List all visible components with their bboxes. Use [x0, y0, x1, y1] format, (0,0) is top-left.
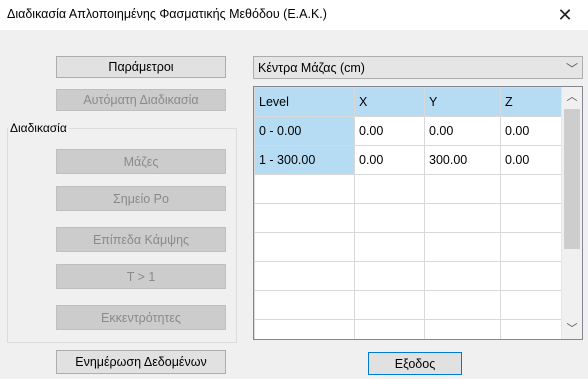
- scroll-down-icon[interactable]: ﹀: [562, 319, 582, 339]
- z-cell[interactable]: 0.00: [500, 116, 565, 146]
- grid-table: Level X Y Z 0 - 0.00 0.00 0.00 0.00 1 - …: [254, 87, 565, 339]
- empty-cell[interactable]: [254, 203, 355, 233]
- empty-cell[interactable]: [500, 232, 565, 262]
- empty-cell[interactable]: [500, 261, 565, 291]
- empty-cell[interactable]: [354, 319, 425, 339]
- column-header-level[interactable]: Level: [254, 87, 355, 117]
- empty-cell[interactable]: [424, 290, 501, 320]
- empty-cell[interactable]: [354, 232, 425, 262]
- empty-cell[interactable]: [500, 319, 565, 339]
- empty-row: [254, 174, 565, 204]
- empty-cell[interactable]: [424, 174, 501, 204]
- table-row: 0 - 0.00 0.00 0.00 0.00: [254, 116, 565, 146]
- scroll-up-icon[interactable]: ︿: [562, 87, 582, 107]
- close-icon[interactable]: ✕: [542, 0, 588, 30]
- empty-cell[interactable]: [424, 232, 501, 262]
- mass-centers-grid[interactable]: Level X Y Z 0 - 0.00 0.00 0.00 0.00 1 - …: [253, 86, 583, 340]
- eccentricities-button[interactable]: Εκκεντρότητες: [56, 305, 226, 330]
- row-level-cell[interactable]: 0 - 0.00: [254, 116, 355, 146]
- empty-row: [254, 232, 565, 262]
- empty-cell[interactable]: [254, 290, 355, 320]
- empty-cell[interactable]: [500, 203, 565, 233]
- parameters-button[interactable]: Παράμετροι: [56, 56, 226, 78]
- t-greater-than-1-button[interactable]: T > 1: [56, 264, 226, 289]
- column-header-y[interactable]: Y: [424, 87, 501, 117]
- empty-row: [254, 319, 565, 339]
- grid-header-row: Level X Y Z: [254, 87, 565, 117]
- x-cell[interactable]: 0.00: [354, 116, 425, 146]
- empty-cell[interactable]: [500, 174, 565, 204]
- empty-cell[interactable]: [254, 174, 355, 204]
- procedure-group-label: Διαδικασία: [8, 121, 69, 135]
- empty-cell[interactable]: [354, 261, 425, 291]
- table-row: 1 - 300.00 0.00 300.00 0.00: [254, 145, 565, 175]
- empty-row: [254, 203, 565, 233]
- exit-button[interactable]: Εξοδος: [368, 352, 462, 375]
- result-type-selected: Κέντρα Μάζας (cm): [258, 61, 365, 75]
- row-level-cell[interactable]: 1 - 300.00: [254, 145, 355, 175]
- auto-procedure-button[interactable]: Αυτόματη Διαδικασία: [56, 89, 226, 111]
- empty-cell[interactable]: [424, 261, 501, 291]
- chevron-down-icon: ﹀: [565, 62, 578, 76]
- point-po-button[interactable]: Σημείο Ρο: [56, 186, 226, 211]
- update-data-button[interactable]: Ενημέρωση Δεδομένων: [56, 350, 226, 374]
- x-cell[interactable]: 0.00: [354, 145, 425, 175]
- vertical-scrollbar[interactable]: ︿ ﹀: [561, 87, 582, 339]
- empty-row: [254, 290, 565, 320]
- empty-cell[interactable]: [254, 232, 355, 262]
- empty-cell[interactable]: [254, 261, 355, 291]
- scroll-thumb[interactable]: [564, 109, 580, 249]
- empty-cell[interactable]: [500, 290, 565, 320]
- empty-cell[interactable]: [354, 174, 425, 204]
- title-bar: Διαδικασία Απλοποιημένης Φασματικής Μεθό…: [0, 0, 588, 30]
- y-cell[interactable]: 300.00: [424, 145, 501, 175]
- empty-cell[interactable]: [424, 319, 501, 339]
- empty-cell[interactable]: [354, 290, 425, 320]
- empty-cell[interactable]: [254, 319, 355, 339]
- empty-cell[interactable]: [354, 203, 425, 233]
- column-header-z[interactable]: Z: [500, 87, 565, 117]
- z-cell[interactable]: 0.00: [500, 145, 565, 175]
- column-header-x[interactable]: X: [354, 87, 425, 117]
- bending-levels-button[interactable]: Επίπεδα Κάμψης: [56, 227, 226, 252]
- empty-cell[interactable]: [424, 203, 501, 233]
- y-cell[interactable]: 0.00: [424, 116, 501, 146]
- window-title: Διαδικασία Απλοποιημένης Φασματικής Μεθό…: [7, 7, 327, 21]
- masses-button[interactable]: Μάζες: [56, 149, 226, 174]
- empty-row: [254, 261, 565, 291]
- result-type-select[interactable]: Κέντρα Μάζας (cm) ﹀: [253, 56, 583, 79]
